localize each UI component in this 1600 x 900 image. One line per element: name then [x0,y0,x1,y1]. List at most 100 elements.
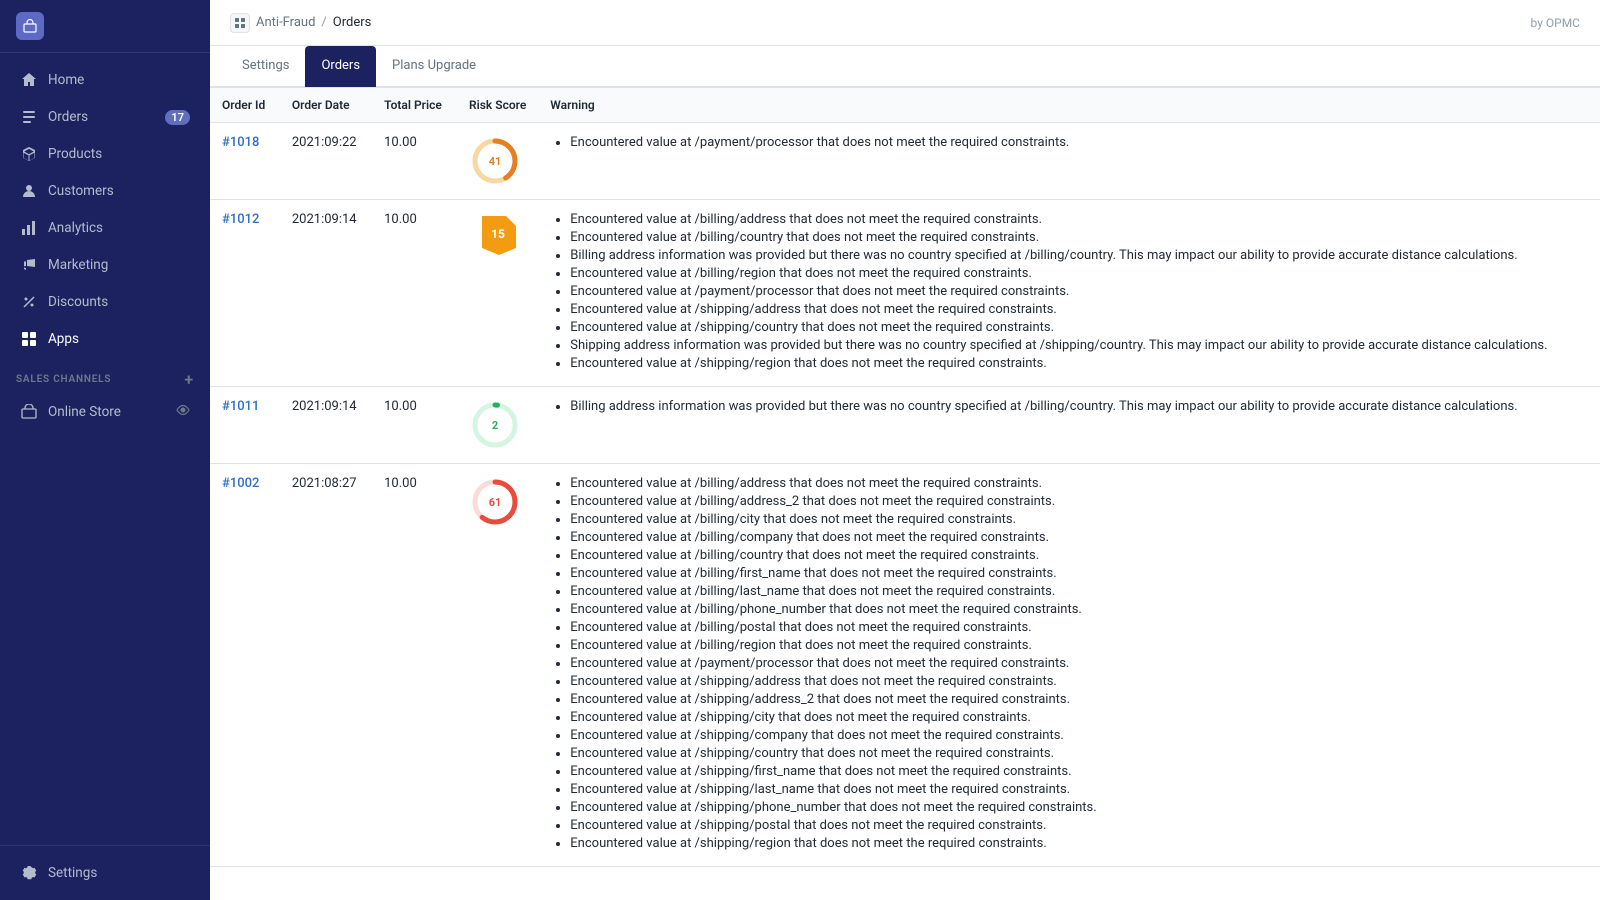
discounts-icon [20,293,38,311]
table-row: #1018 2021:09:2210.00 41 Encountered valu… [210,123,1600,200]
sidebar-item-discounts-label: Discounts [48,294,108,310]
total-price-cell: 10.00 [372,200,457,387]
sidebar-item-orders[interactable]: Orders 17 [4,99,206,135]
warning-item: Encountered value at /billing/city that … [570,512,1588,527]
warning-item: Encountered value at /shipping/address t… [570,674,1588,689]
sidebar-item-customers-label: Customers [48,183,114,199]
online-store-visibility-icon[interactable] [176,403,190,421]
add-sales-channel-button[interactable]: + [184,370,194,389]
order-id-link[interactable]: #1012 [222,212,259,227]
marketing-icon [20,256,38,274]
risk-score-cell: 41 [457,123,538,200]
customers-icon [20,182,38,200]
order-id-link[interactable]: #1018 [222,135,259,150]
warning-item: Encountered value at /shipping/phone_num… [570,800,1588,815]
sidebar-bottom: Settings [0,845,210,900]
content-area: Settings Orders Plans Upgrade Order Id O… [210,46,1600,900]
warning-cell: Encountered value at /billing/address th… [538,200,1600,387]
app-icon [230,13,250,33]
sidebar-item-discounts[interactable]: Discounts [4,284,206,320]
breadcrumb-app: Anti-Fraud [256,15,315,30]
col-order-id: Order Id [210,88,280,123]
sidebar-item-customers[interactable]: Customers [4,173,206,209]
warning-cell: Encountered value at /billing/address th… [538,464,1600,867]
topbar: Anti-Fraud / Orders by OPMC [210,0,1600,46]
table-row: #10122021:09:1410.00 15 Encountered valu… [210,200,1600,387]
online-store-label: Online Store [48,404,121,420]
risk-score-cell: 2 [457,387,538,464]
sidebar-item-settings[interactable]: Settings [4,855,206,891]
tab-plans[interactable]: Plans Upgrade [376,46,492,87]
sidebar-item-analytics[interactable]: Analytics [4,210,206,246]
warning-item: Encountered value at /billing/company th… [570,530,1588,545]
sidebar: Home Orders 17 Products Customers [0,0,210,900]
sidebar-item-analytics-label: Analytics [48,220,103,236]
warning-item: Encountered value at /shipping/last_name… [570,782,1588,797]
by-opmc-label: by OPMC [1531,16,1580,30]
warning-item: Encountered value at /shipping/company t… [570,728,1588,743]
analytics-icon [20,219,38,237]
orders-table: Order Id Order Date Total Price Risk Sco… [210,87,1600,867]
warning-item: Encountered value at /billing/phone_numb… [570,602,1588,617]
table-row: #10112021:09:1410.00 2 Billing address i… [210,387,1600,464]
settings-icon [20,864,38,882]
sidebar-item-apps[interactable]: Apps [4,321,206,357]
sidebar-item-marketing-label: Marketing [48,257,108,273]
warning-cell: Billing address information was provided… [538,387,1600,464]
warning-item: Encountered value at /payment/processor … [570,135,1588,150]
warning-item: Encountered value at /billing/address th… [570,476,1588,491]
orders-badge: 17 [165,110,190,125]
warning-item: Encountered value at /shipping/postal th… [570,818,1588,833]
warning-item: Encountered value at /billing/address th… [570,212,1588,227]
warning-item: Encountered value at /billing/region tha… [570,266,1588,281]
svg-text:15: 15 [491,227,505,241]
warning-item: Billing address information was provided… [570,248,1588,263]
sidebar-item-home-label: Home [48,72,84,88]
warning-item: Encountered value at /shipping/address t… [570,302,1588,317]
warning-item: Encountered value at /billing/last_name … [570,584,1588,599]
store-icon [16,12,44,40]
warning-item: Encountered value at /billing/first_name… [570,566,1588,581]
warning-item: Encountered value at /shipping/city that… [570,710,1588,725]
breadcrumb-current: Orders [333,15,372,30]
sidebar-item-products[interactable]: Products [4,136,206,172]
col-total-price: Total Price [372,88,457,123]
warning-item: Encountered value at /billing/country th… [570,230,1588,245]
sidebar-item-online-store[interactable]: Online Store [4,394,206,430]
warning-item: Encountered value at /shipping/country t… [570,320,1588,335]
warning-item: Encountered value at /payment/processor … [570,284,1588,299]
order-id-link[interactable]: #1002 [222,476,259,491]
breadcrumb: Anti-Fraud / Orders [230,13,371,33]
order-date-cell: 2021:08:27 [280,464,372,867]
warning-item: Billing address information was provided… [570,399,1588,414]
home-icon [20,71,38,89]
breadcrumb-sep: / [321,15,326,30]
tab-settings[interactable]: Settings [226,46,305,87]
order-date-cell: 2021:09:22 [280,123,372,200]
col-order-date: Order Date [280,88,372,123]
tab-orders[interactable]: Orders [305,46,376,87]
apps-icon [20,330,38,348]
total-price-cell: 10.00 [372,387,457,464]
warning-item: Encountered value at /billing/country th… [570,548,1588,563]
warning-item: Encountered value at /shipping/region th… [570,356,1588,371]
sidebar-logo [0,0,210,53]
warning-item: Encountered value at /billing/postal tha… [570,620,1588,635]
sidebar-item-apps-label: Apps [48,331,79,347]
sidebar-item-marketing[interactable]: Marketing [4,247,206,283]
sidebar-item-settings-label: Settings [48,865,97,881]
products-icon [20,145,38,163]
warning-item: Encountered value at /shipping/country t… [570,746,1588,761]
order-id-link[interactable]: #1011 [222,399,259,414]
sidebar-item-orders-label: Orders [48,109,88,125]
warning-item: Encountered value at /billing/address_2 … [570,494,1588,509]
col-risk-score: Risk Score [457,88,538,123]
sales-channels-section: SALES CHANNELS + [0,358,210,393]
sales-channels-label: SALES CHANNELS [16,374,111,385]
warning-item: Encountered value at /billing/region tha… [570,638,1588,653]
sidebar-item-home[interactable]: Home [4,62,206,98]
sidebar-nav: Home Orders 17 Products Customers [0,53,210,845]
warning-item: Encountered value at /shipping/first_nam… [570,764,1588,779]
total-price-cell: 10.00 [372,123,457,200]
risk-score-cell: 61 [457,464,538,867]
